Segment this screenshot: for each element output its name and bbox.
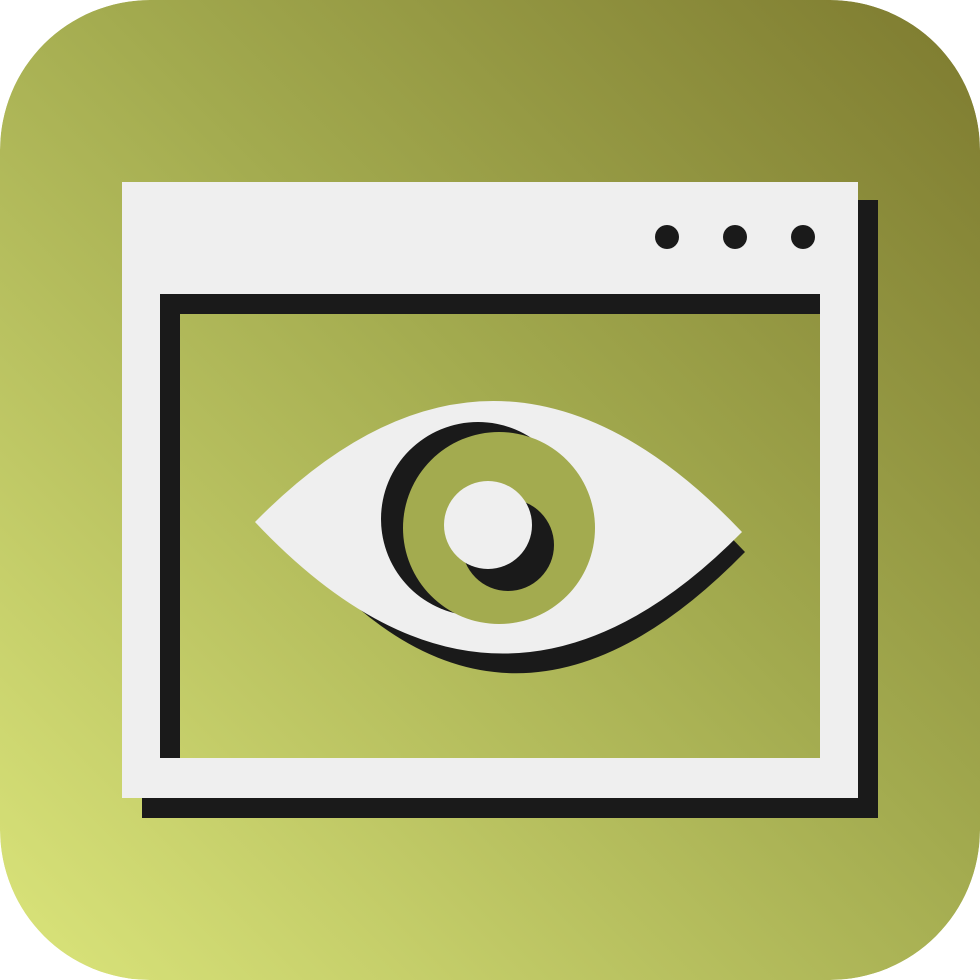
window-dot-icon: [723, 225, 747, 249]
window-dot-icon: [791, 225, 815, 249]
app-icon-tile: [0, 0, 980, 980]
pupil: [444, 481, 532, 569]
browser-window-eye-icon: [0, 0, 980, 980]
window-dot-icon: [655, 225, 679, 249]
